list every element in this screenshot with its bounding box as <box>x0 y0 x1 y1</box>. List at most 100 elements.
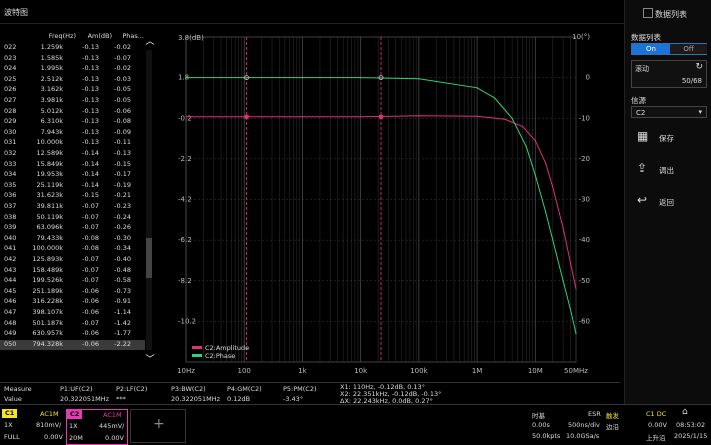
c1-probe: 1X <box>4 421 13 429</box>
row-amp: -0.13 <box>82 106 99 115</box>
row-amp: -0.13 <box>82 64 99 73</box>
table-row[interactable]: 042 125.893k -0.07 -0.40 <box>0 255 145 266</box>
row-index: 026 <box>4 85 17 94</box>
y-left-tick-label: -8.2 <box>178 277 192 285</box>
row-freq: 50.119k <box>36 212 63 221</box>
row-index: 036 <box>4 191 17 200</box>
row-phase: -0.06 <box>114 106 131 115</box>
table-row[interactable]: 024 1.995k -0.13 -0.02 <box>0 64 145 75</box>
c2-offset: 0.00V <box>105 434 124 442</box>
table-row[interactable]: 029 6.310k -0.13 -0.08 <box>0 117 145 128</box>
table-row[interactable]: 041 100.000k -0.08 -0.34 <box>0 244 145 255</box>
table-row[interactable]: 033 15.849k -0.14 -0.15 <box>0 160 145 171</box>
table-row[interactable]: 046 316.228k -0.06 -0.91 <box>0 297 145 308</box>
table-row[interactable]: 025 2.512k -0.13 -0.03 <box>0 75 145 86</box>
table-row[interactable]: 038 50.119k -0.07 -0.24 <box>0 213 145 224</box>
row-freq: 100.000k <box>32 244 63 253</box>
row-amp: -0.07 <box>82 318 99 327</box>
table-row[interactable]: 037 39.811k -0.07 -0.23 <box>0 202 145 213</box>
row-amp: -0.14 <box>82 149 99 157</box>
row-phase: -0.02 <box>114 64 131 73</box>
table-row[interactable]: 028 5.012k -0.13 -0.06 <box>0 107 145 118</box>
refresh-icon: ↻ <box>695 62 703 72</box>
back-button[interactable]: ↩ 返回 <box>629 188 709 214</box>
on-button[interactable]: On <box>632 44 670 54</box>
scroll-control[interactable]: 滚动 ↻ 50/68 <box>631 60 707 88</box>
row-freq: 25.119k <box>36 180 63 189</box>
table-scrollbar[interactable] <box>146 50 152 350</box>
row-amp: -0.06 <box>82 329 99 338</box>
row-amp: -0.13 <box>82 138 99 147</box>
row-index: 037 <box>4 202 17 210</box>
row-index: 050 <box>4 339 17 348</box>
y-left-tick-label: 3.8(dB) <box>178 34 204 42</box>
row-amp: -0.15 <box>82 191 99 200</box>
row-amp: -0.07 <box>82 276 99 285</box>
y-left-tick-label: -2.2 <box>178 155 192 163</box>
row-phase: -0.30 <box>114 233 131 242</box>
table-row[interactable]: 043 158.489k -0.07 -0.48 <box>0 266 145 277</box>
table-row[interactable]: 045 251.189k -0.06 -0.73 <box>0 287 145 298</box>
source-select[interactable]: C2 ▾ <box>631 106 707 118</box>
table-row[interactable]: 030 7.943k -0.13 -0.09 <box>0 128 145 139</box>
row-index: 046 <box>4 297 17 306</box>
row-freq: 316.228k <box>32 297 63 306</box>
table-row[interactable]: 031 10.000k -0.13 -0.11 <box>0 138 145 149</box>
row-amp: -0.06 <box>82 297 99 306</box>
scroll-down-button[interactable]: ﹀ <box>143 352 157 365</box>
trigger-label[interactable]: 触发 <box>606 410 619 420</box>
table-row[interactable]: 049 630.957k -0.06 -1.77 <box>0 329 145 340</box>
table-row[interactable]: 035 25.119k -0.14 -0.19 <box>0 181 145 192</box>
row-freq: 158.489k <box>32 265 63 274</box>
table-row[interactable]: 022 1.259k -0.13 -0.02 <box>0 43 145 54</box>
row-phase: -0.91 <box>114 297 131 306</box>
row-phase: -0.15 <box>114 159 131 168</box>
amplitude-point <box>521 125 523 127</box>
phase-point <box>185 77 187 79</box>
y-right-tick-label: 0 <box>586 74 590 82</box>
table-row[interactable]: 036 31.623k -0.15 -0.21 <box>0 191 145 202</box>
table-scroll-thumb[interactable] <box>146 238 152 278</box>
table-row[interactable]: 039 63.096k -0.07 -0.26 <box>0 223 145 234</box>
row-phase: -0.34 <box>114 244 131 253</box>
off-button[interactable]: Off <box>670 44 707 54</box>
row-index: 023 <box>4 53 17 62</box>
table-row[interactable]: 032 12.589k -0.14 -0.13 <box>0 149 145 160</box>
legend-label: C2:Phase <box>205 352 235 360</box>
table-row[interactable]: 047 398.107k -0.06 -1.14 <box>0 308 145 319</box>
row-freq: 6.310k <box>40 117 63 126</box>
row-index: 032 <box>4 149 17 157</box>
export-label: 调出 <box>659 166 674 175</box>
y-right-tick-label: -30 <box>579 196 590 204</box>
table-row[interactable]: 048 501.187k -0.07 -1.42 <box>0 319 145 330</box>
timebase-scale: 500ns/div <box>568 421 600 429</box>
data-list-toggle[interactable]: On Off <box>631 43 707 55</box>
table-row[interactable]: 034 19.953k -0.14 -0.17 <box>0 170 145 181</box>
right-panel: 数据列表 数据列表 On Off 滚动 ↻ 50/68 信源 C2 ▾ ▦ 保存… <box>624 0 711 404</box>
y-left-tick-label: -0.2 <box>178 114 192 122</box>
phase-point <box>562 280 564 282</box>
table-row[interactable]: 027 3.981k -0.13 -0.05 <box>0 96 145 107</box>
table-row[interactable]: 040 79.433k -0.08 -0.30 <box>0 234 145 245</box>
channel-c1[interactable]: C1 AC1M 1X 810mV/ FULL 0.00V <box>2 409 66 445</box>
trigger-source: C1 DC <box>646 410 667 418</box>
add-channel-button[interactable]: + <box>130 409 186 443</box>
row-phase: -0.48 <box>114 265 131 274</box>
y-right-tick-label: -20 <box>579 155 590 163</box>
timebase-label[interactable]: 时基 <box>532 410 545 420</box>
table-row[interactable]: 023 1.585k -0.13 -0.07 <box>0 54 145 65</box>
amplitude-point <box>360 116 362 118</box>
table-row[interactable]: 044 199.526k -0.07 -0.58 <box>0 276 145 287</box>
measure-label: Measure <box>4 385 32 393</box>
table-row[interactable]: 026 3.162k -0.13 -0.05 <box>0 85 145 96</box>
scroll-up-button[interactable]: ︿ <box>143 34 157 47</box>
save-button[interactable]: ▦ 保存 <box>629 124 709 150</box>
row-amp: -0.06 <box>82 308 99 316</box>
measure-p4-value: 0.12dB <box>227 395 251 403</box>
timebase-offset: 0.00s <box>532 421 550 429</box>
amplitude-point <box>544 162 547 164</box>
channel-c2[interactable]: C2 AC1M 1X 445mV/ 20M 0.00V <box>66 409 128 445</box>
table-row[interactable]: 050 794.328k -0.06 -2.22 <box>0 339 145 351</box>
export-button[interactable]: ⇪ 调出 <box>629 156 709 182</box>
bode-plot[interactable]: 3.8(dB)1.8-0.2-2.2-4.2-6.2-8.2-10.2 10(°… <box>158 26 620 378</box>
